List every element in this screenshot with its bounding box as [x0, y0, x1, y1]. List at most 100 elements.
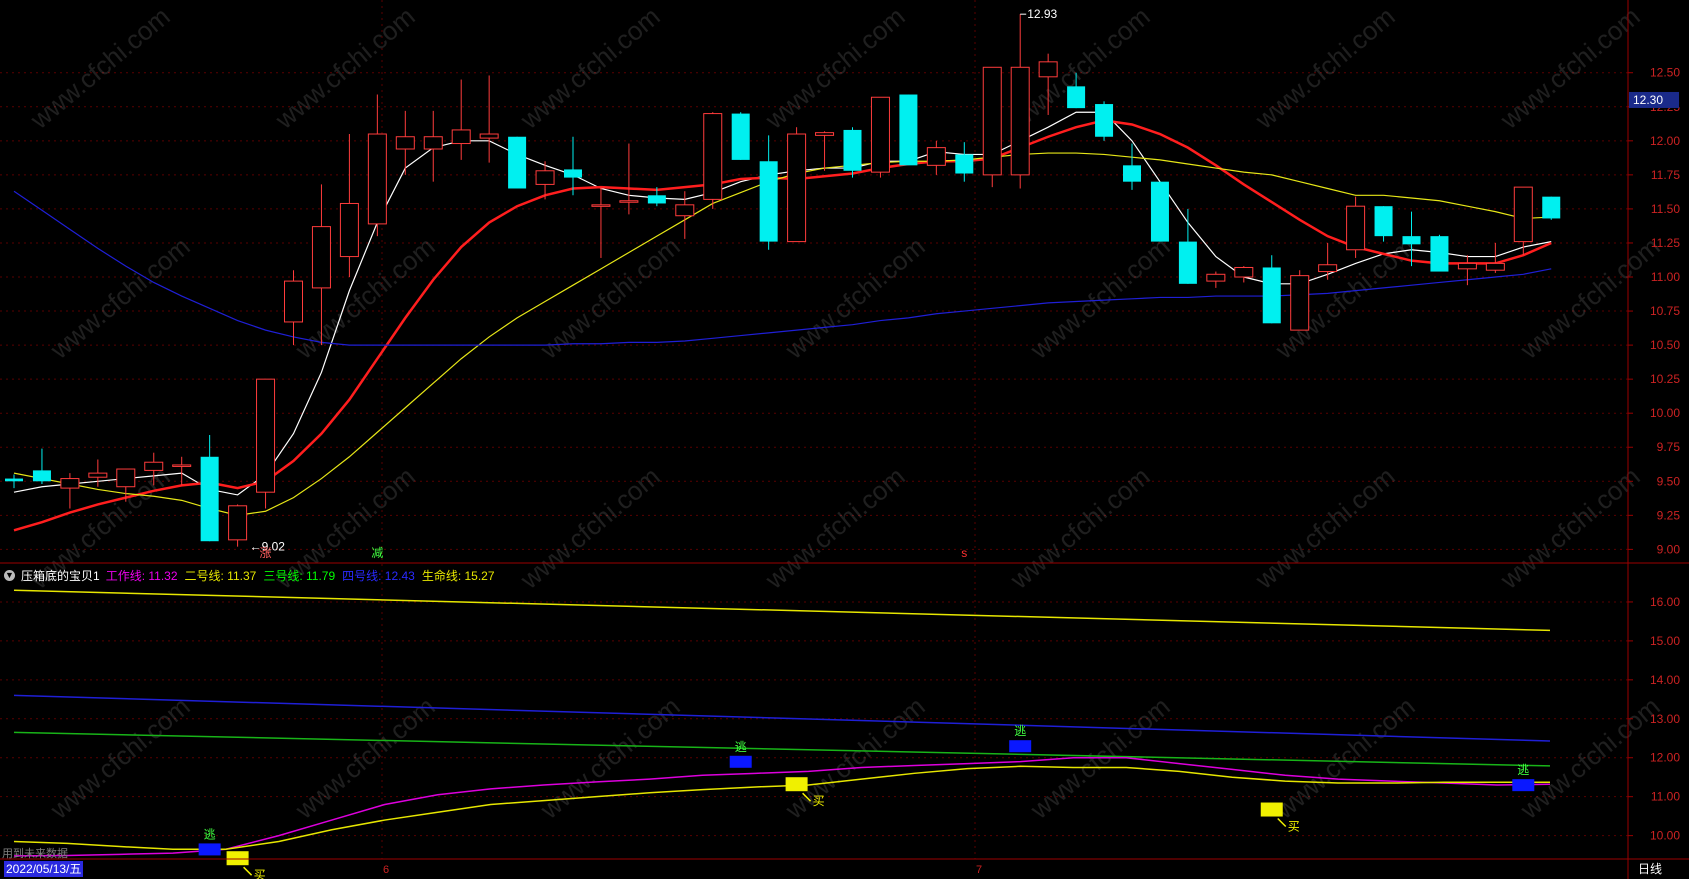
- price-tick-label: 12.50: [1650, 66, 1680, 80]
- signal-box: [198, 843, 221, 856]
- candle-body: [1150, 181, 1169, 242]
- candle: [899, 94, 918, 166]
- candle-body: [675, 204, 695, 217]
- price-tick-label: 12.00: [1650, 134, 1680, 148]
- collapse-icon[interactable]: ▼: [4, 569, 15, 581]
- candle-body: [815, 132, 835, 136]
- candle-body: [1038, 61, 1058, 78]
- candle: [339, 134, 359, 278]
- signal-box: [1260, 802, 1283, 817]
- period-button[interactable]: 日线: [1638, 861, 1662, 877]
- candle: [591, 187, 611, 258]
- indicator-tick-label: 11.00: [1651, 790, 1680, 804]
- candle: [451, 79, 471, 160]
- indicator-tick-label: 16.00: [1650, 595, 1680, 609]
- candle: [619, 143, 639, 215]
- candle-body: [647, 195, 666, 204]
- candle-body: [982, 66, 1002, 176]
- candle: [5, 474, 23, 489]
- price-tick-label: 9.25: [1657, 508, 1681, 522]
- indicator-tick-label: 10.00: [1650, 829, 1680, 843]
- signal-box: [226, 851, 249, 866]
- price-tick-label: 11.50: [1651, 202, 1680, 216]
- candle: [1513, 186, 1533, 256]
- candle-body: [172, 464, 192, 467]
- candle: [843, 127, 862, 178]
- candle-body: [1123, 165, 1141, 182]
- candle-body: [144, 461, 164, 471]
- sell-signal: 逃: [729, 740, 752, 768]
- high-price-label: 12.93: [1027, 7, 1057, 21]
- candle: [1318, 242, 1338, 280]
- candle-body: [1095, 104, 1114, 137]
- indicator-legend: ▼ 压箱底的宝贝1 工作线: 11.32 二号线: 11.37 三号线: 11.79…: [4, 567, 495, 583]
- signal-label: 买: [813, 794, 825, 808]
- event-mark: 减: [371, 546, 383, 560]
- watermark-text: www.cfchi.com: [269, 1, 421, 135]
- price-tick-label: 10.00: [1650, 406, 1680, 420]
- candle-body: [619, 200, 639, 203]
- candle-body: [703, 113, 723, 200]
- candle-body: [759, 161, 778, 242]
- candle-body: [843, 129, 862, 171]
- candle-body: [1542, 196, 1561, 219]
- indicator-legend-item: 三号线: 11.79: [263, 568, 336, 583]
- candle: [955, 142, 974, 182]
- candle: [1150, 181, 1169, 242]
- date-label: 2022/05/13/五: [4, 861, 84, 877]
- watermark-text: www.cfchi.com: [1494, 461, 1646, 595]
- candle: [367, 94, 387, 237]
- candle: [1430, 234, 1449, 272]
- candle-body: [60, 478, 80, 489]
- signal-box: [1009, 740, 1032, 753]
- current-price-label: 12.30: [1633, 93, 1663, 107]
- chart-canvas: www.cfchi.com www.cfchi.com www.cfchi.com w…: [0, 0, 1689, 879]
- price-tick-label: 10.50: [1650, 338, 1680, 352]
- candle-body: [311, 226, 331, 289]
- indicator-legend-items: 工作线: 11.32 二号线: 11.37 三号线: 11.79 四号线: 12.43…: [106, 567, 495, 584]
- candle: [60, 473, 80, 509]
- indicator-line: [13, 589, 1551, 632]
- candle: [759, 135, 778, 250]
- candle-body: [32, 470, 51, 482]
- candle-body: [1234, 266, 1254, 278]
- indicator-name: 压箱底的宝贝1: [21, 568, 100, 583]
- sell-signal: 逃: [1009, 724, 1032, 753]
- candle: [479, 75, 499, 163]
- indicator-legend-item: 生命线: 15.27: [421, 568, 495, 583]
- sell-signal: 逃: [198, 827, 221, 856]
- watermark-text: www.cfchi.com: [289, 691, 441, 825]
- candle-body: [284, 280, 303, 323]
- candle: [200, 434, 219, 542]
- event-mark: s: [961, 546, 967, 560]
- candle-body: [256, 378, 276, 493]
- candle: [926, 140, 946, 175]
- watermark-text: www.cfchi.com: [1249, 461, 1401, 595]
- candle: [815, 131, 835, 171]
- candle-body: [423, 136, 443, 150]
- indicator-line: [13, 694, 1551, 742]
- candle-body: [1430, 236, 1449, 272]
- candle-body: [1374, 206, 1393, 237]
- candle: [982, 66, 1002, 188]
- candle: [703, 112, 723, 209]
- price-tick-label: 10.25: [1650, 372, 1680, 386]
- signal-label: 逃: [1517, 763, 1529, 777]
- candle-body: [200, 456, 219, 542]
- sell-signal: 逃: [1512, 763, 1535, 792]
- candle: [1542, 196, 1561, 220]
- price-tick-label: 9.75: [1657, 440, 1681, 454]
- candle: [1234, 266, 1254, 283]
- signal-box: [785, 777, 808, 792]
- candle: [32, 448, 51, 485]
- candle: [1178, 208, 1197, 284]
- candle-body: [1010, 66, 1030, 176]
- signal-label: 买: [1288, 820, 1300, 834]
- indicator-legend-item: 工作线: 11.32: [105, 568, 178, 583]
- candle-body: [899, 94, 918, 166]
- candle: [1010, 14, 1030, 189]
- signal-label: 逃: [735, 740, 747, 754]
- candle-body: [1485, 262, 1505, 271]
- candle-body: [5, 478, 23, 482]
- candle: [1374, 206, 1393, 242]
